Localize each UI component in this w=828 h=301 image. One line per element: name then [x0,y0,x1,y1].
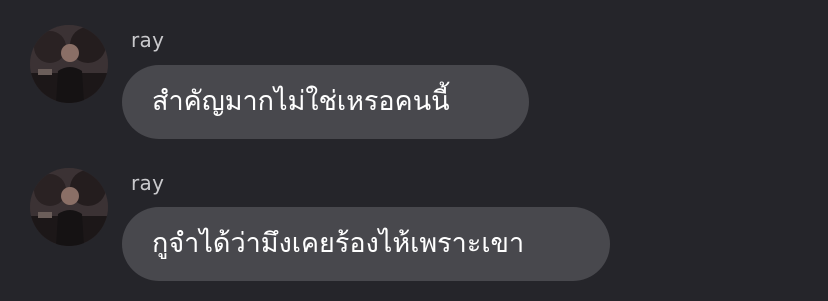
sender-name: ray [131,28,165,52]
message-thread: ray สำคัญมากไม่ใช่เหรอคนนี้ ray กูจำได้ว… [0,0,828,301]
user-photo-avatar-icon [30,168,108,246]
sender-name: ray [131,171,165,195]
message-bubble[interactable]: สำคัญมากไม่ใช่เหรอคนนี้ [122,65,529,139]
message-bubble[interactable]: กูจำได้ว่ามึงเคยร้องไห้เพราะเขา [122,207,610,281]
avatar[interactable] [30,25,108,103]
avatar[interactable] [30,168,108,246]
user-photo-avatar-icon [30,25,108,103]
